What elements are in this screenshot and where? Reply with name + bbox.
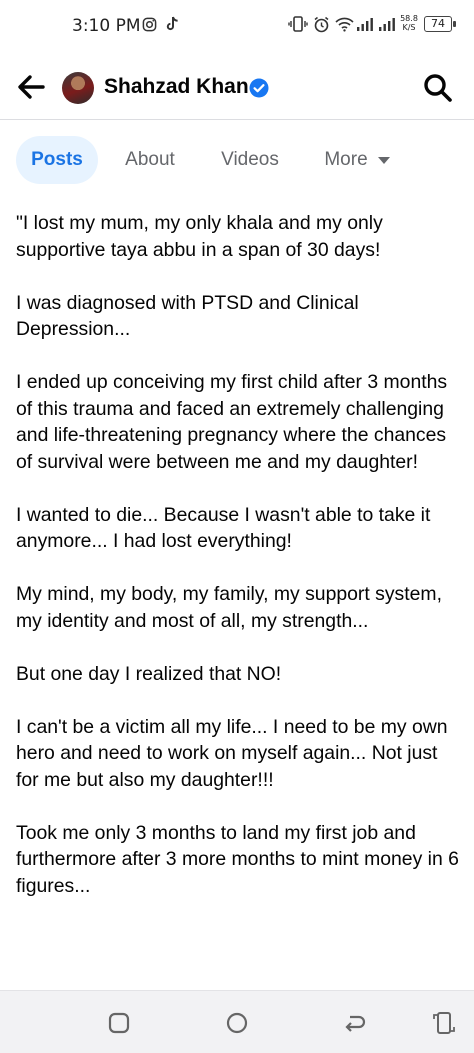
- status-bar: 3:10 PM 58.8 K/S 74: [0, 0, 474, 52]
- tab-more-label: More: [324, 149, 368, 170]
- profile-name: Shahzad Khan: [104, 75, 249, 98]
- vibrate-icon: [288, 14, 308, 34]
- tab-videos[interactable]: Videos: [208, 136, 292, 184]
- battery-icon: 74: [424, 16, 456, 32]
- post-paragraph: "I lost my mum, my only khala and my onl…: [16, 212, 383, 261]
- network-speed-value: 58.8: [400, 14, 418, 23]
- network-speed: 58.8 K/S: [400, 14, 418, 32]
- network-speed-unit: K/S: [402, 23, 416, 32]
- tab-more[interactable]: More: [312, 136, 402, 184]
- verified-badge-icon: [249, 78, 269, 98]
- status-time: 3:10 PM: [72, 16, 141, 36]
- wifi-icon: [334, 14, 354, 34]
- profile-header: Shahzad Khan: [0, 52, 474, 120]
- tiktok-icon: [164, 14, 180, 34]
- post-paragraph: Took me only 3 months to land my first j…: [16, 821, 459, 897]
- instagram-icon: [140, 14, 158, 34]
- search-icon[interactable]: [422, 72, 454, 104]
- tab-about-label: About: [125, 149, 175, 170]
- home-icon[interactable]: [223, 1009, 251, 1037]
- caret-down-icon: [377, 156, 390, 164]
- profile-tabs: Posts About Videos More: [0, 120, 474, 202]
- back-arrow-icon[interactable]: [14, 70, 48, 104]
- post-paragraph: I wanted to die... Because I wasn't able…: [16, 503, 431, 553]
- back-icon[interactable]: [341, 1009, 369, 1037]
- post-paragraph: My mind, my body, my family, my support …: [16, 583, 442, 632]
- post-paragraph: But one day I realized that NO!: [16, 662, 282, 685]
- signal-icon: [356, 14, 374, 34]
- post-paragraph: I can't be a victim all my life... I nee…: [16, 715, 448, 791]
- battery-level: 74: [431, 17, 445, 30]
- post-paragraph: I ended up conceiving my first child aft…: [16, 371, 448, 473]
- system-nav-bar: [0, 990, 474, 1053]
- signal-icon-2: [378, 14, 396, 34]
- tab-posts-label: Posts: [31, 149, 83, 170]
- tab-videos-label: Videos: [221, 149, 279, 170]
- tab-posts[interactable]: Posts: [16, 136, 98, 184]
- alarm-icon: [312, 14, 330, 34]
- tab-about[interactable]: About: [112, 136, 188, 184]
- post-body: "I lost my mum, my only khala and my onl…: [16, 210, 462, 926]
- avatar[interactable]: [62, 72, 94, 104]
- post-paragraph: I was diagnosed with PTSD and Clinical D…: [16, 291, 359, 341]
- screen-rotate-icon[interactable]: [430, 1009, 458, 1037]
- recent-apps-icon[interactable]: [105, 1009, 133, 1037]
